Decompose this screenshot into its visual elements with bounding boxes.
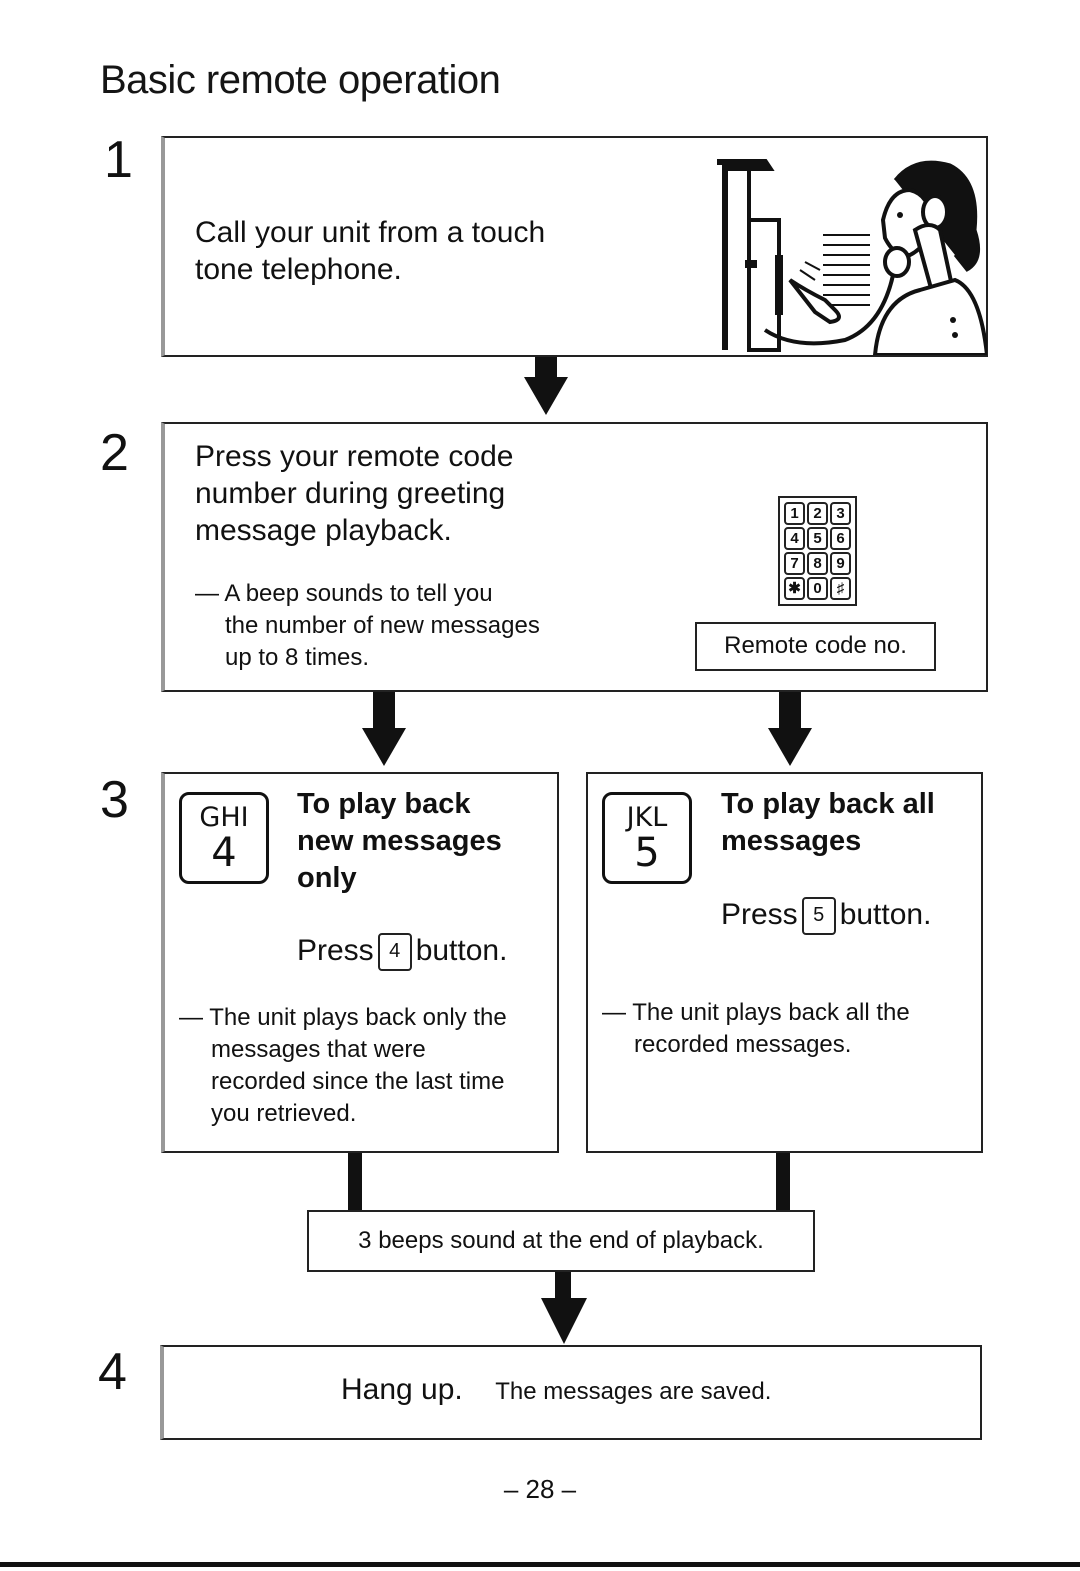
- step-number-1: 1: [104, 131, 133, 189]
- key-4-ghi-icon: GHI 4: [179, 792, 269, 884]
- connector-left: [348, 1153, 362, 1210]
- option-new-press-instruction: Press 4 button.: [297, 932, 507, 971]
- step-number-3: 3: [100, 771, 129, 829]
- option-new-heading: To play back new messages only: [297, 788, 502, 894]
- option-new-note: — The unit plays back only the messages …: [179, 1004, 507, 1127]
- remote-code-label: Remote code no.: [695, 622, 936, 671]
- page-number: – 28 –: [503, 1474, 577, 1504]
- page-title: Basic remote operation: [100, 58, 501, 102]
- connector-right: [776, 1153, 790, 1210]
- option-all-heading: To play back all messages: [721, 788, 935, 857]
- step-1-box: Call your unit from a touch tone telepho…: [161, 136, 988, 357]
- button-4-icon: 4: [377, 933, 412, 971]
- arrow-2-to-3a-head: [362, 728, 406, 766]
- button-5-icon: 5: [801, 897, 836, 935]
- step-number-2: 2: [100, 424, 129, 482]
- arrow-1-to-2-head: [524, 377, 568, 415]
- keypad-key: 2: [807, 502, 828, 525]
- keypad-key: 5: [807, 527, 828, 550]
- keypad-key: ✱: [784, 577, 805, 600]
- step-4-text: Hang up. The messages are saved.: [341, 1373, 772, 1406]
- keypad-key: 3: [830, 502, 851, 525]
- keypad-key: 6: [830, 527, 851, 550]
- step-number-4: 4: [98, 1343, 127, 1401]
- playback-end-notice: 3 beeps sound at the end of playback.: [307, 1210, 815, 1272]
- telephone-keypad-icon: 1 2 3 4 5 6 7 8 9 ✱ 0 ♯: [778, 496, 857, 606]
- keypad-key: 1: [784, 502, 805, 525]
- step-3-option-new-messages: GHI 4 To play back new messages only Pre…: [161, 772, 559, 1153]
- step-4-box: Hang up. The messages are saved.: [160, 1345, 982, 1440]
- arrow-3-to-4-shaft: [555, 1272, 571, 1300]
- step-3-option-all-messages: JKL 5 To play back all messages Press 5 bu…: [586, 772, 983, 1153]
- arrow-2-to-3b-head: [768, 728, 812, 766]
- keypad-key: ♯: [830, 577, 851, 600]
- arrow-2-to-3b-shaft: [779, 692, 801, 730]
- step-2-box: Press your remote code number during gre…: [161, 422, 988, 692]
- keypad-key: 4: [784, 527, 805, 550]
- option-all-press-instruction: Press 5 button.: [721, 896, 931, 935]
- step-1-text: Call your unit from a touch tone telepho…: [195, 216, 546, 286]
- arrow-2-to-3a-shaft: [373, 692, 395, 730]
- arrow-3-to-4-head: [541, 1298, 587, 1344]
- step-2-text: Press your remote code number during gre…: [195, 440, 514, 547]
- step-2-note: — A beep sounds to tell you the number o…: [195, 580, 540, 671]
- bottom-rule: [0, 1562, 1080, 1567]
- keypad-key: 0: [807, 577, 828, 600]
- keypad-key: 7: [784, 552, 805, 575]
- keypad-key: 8: [807, 552, 828, 575]
- arrow-1-to-2-shaft: [535, 357, 557, 377]
- woman-on-telephone-illustration: [717, 159, 987, 355]
- key-5-jkl-icon: JKL 5: [602, 792, 692, 884]
- keypad-key: 9: [830, 552, 851, 575]
- option-all-note: — The unit plays back all the recorded m…: [602, 999, 910, 1058]
